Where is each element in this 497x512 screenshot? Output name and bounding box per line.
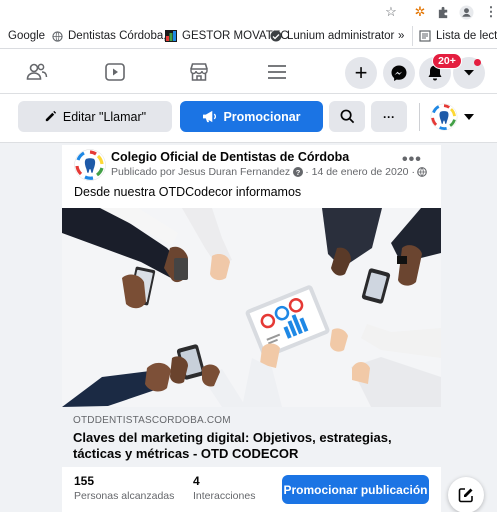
help-question-icon[interactable]: ? xyxy=(293,167,304,177)
promote-post-button[interactable]: Promocionar publicación xyxy=(282,475,429,504)
search-icon xyxy=(340,109,354,124)
search-button[interactable] xyxy=(329,101,365,132)
messenger-button[interactable] xyxy=(383,57,415,89)
bookmark-star-icon[interactable]: ☆ xyxy=(383,4,399,20)
pencil-icon xyxy=(45,110,56,122)
menu-hamburger-icon[interactable] xyxy=(262,57,292,87)
extensions-puzzle-icon[interactable] xyxy=(435,4,451,20)
globe-icon xyxy=(51,30,63,42)
page-switcher[interactable] xyxy=(430,102,478,132)
create-plus-button[interactable]: + xyxy=(345,57,377,89)
promote-button[interactable]: Promocionar xyxy=(180,101,323,132)
action-divider xyxy=(419,103,420,131)
alert-dot xyxy=(474,59,481,66)
bookmark-dentistas[interactable]: Dentistas Córdoba,... xyxy=(51,28,176,44)
messenger-icon xyxy=(391,65,407,81)
profile-icon[interactable] xyxy=(458,4,474,20)
post-card: Colegio Oficial de Dentistas de Córdoba … xyxy=(62,145,441,512)
page-name-link[interactable]: Colegio Oficial de Dentistas de Córdoba xyxy=(111,150,349,164)
bookmark-lunium[interactable]: Lunium administrator xyxy=(270,28,394,44)
page-logo-icon xyxy=(430,103,458,131)
link-domain: OTDDENTISTASCORDOBA.COM xyxy=(73,415,231,426)
plus-icon: + xyxy=(354,60,368,85)
edit-call-button[interactable]: Editar "Llamar" xyxy=(18,101,172,132)
notification-count-badge: 20+ xyxy=(432,53,462,69)
megaphone-icon xyxy=(203,110,217,123)
bookmarks-divider xyxy=(412,26,413,46)
reach-value: 155 xyxy=(74,474,95,488)
groups-icon[interactable] xyxy=(22,57,52,87)
more-bookmarks-button[interactable]: » xyxy=(398,28,404,44)
marketplace-icon[interactable] xyxy=(184,57,214,87)
reading-list-icon xyxy=(419,30,431,42)
chevron-down-icon xyxy=(464,70,474,76)
facebook-navbar: + xyxy=(0,49,497,94)
more-options-button[interactable]: ··· xyxy=(371,101,407,132)
post-image[interactable] xyxy=(62,208,441,407)
browser-menu-icon[interactable]: ⋮ xyxy=(483,4,497,20)
browser-toolbar: ☆ ✲ ⋮ xyxy=(0,0,497,23)
bookmark-google[interactable]: Google xyxy=(8,28,45,44)
reach-label: Personas alcanzadas xyxy=(74,490,175,502)
compose-icon xyxy=(458,488,473,503)
link-title[interactable]: Claves del marketing digital: Objetivos,… xyxy=(73,430,433,462)
interactions-value: 4 xyxy=(193,474,200,488)
post-options-icon[interactable]: ••• xyxy=(402,151,422,169)
new-message-button[interactable] xyxy=(448,477,484,512)
svg-text:?: ? xyxy=(296,168,301,177)
post-text: Desde nuestra OTDCodecor informamos xyxy=(74,185,302,199)
extension-icon[interactable]: ✲ xyxy=(412,4,428,20)
more-dots-icon: ··· xyxy=(383,109,395,124)
movatec-logo-icon xyxy=(165,30,177,42)
reading-list-button[interactable]: Lista de lectura xyxy=(419,28,497,44)
page-avatar[interactable] xyxy=(74,149,106,181)
page-action-bar: Editar "Llamar" Promocionar ··· xyxy=(0,94,497,143)
interactions-label: Interacciones xyxy=(193,490,256,502)
chevron-down-icon xyxy=(464,114,474,120)
watch-video-icon[interactable] xyxy=(100,57,130,87)
post-byline: Publicado por Jesus Duran Fernandez ? · … xyxy=(111,166,427,178)
bookmarks-bar: Google Dentistas Córdoba,... GESTOR MOVA… xyxy=(0,23,497,49)
lunium-icon xyxy=(270,30,282,42)
link-preview[interactable]: OTDDENTISTASCORDOBA.COM Claves del marke… xyxy=(62,407,441,467)
